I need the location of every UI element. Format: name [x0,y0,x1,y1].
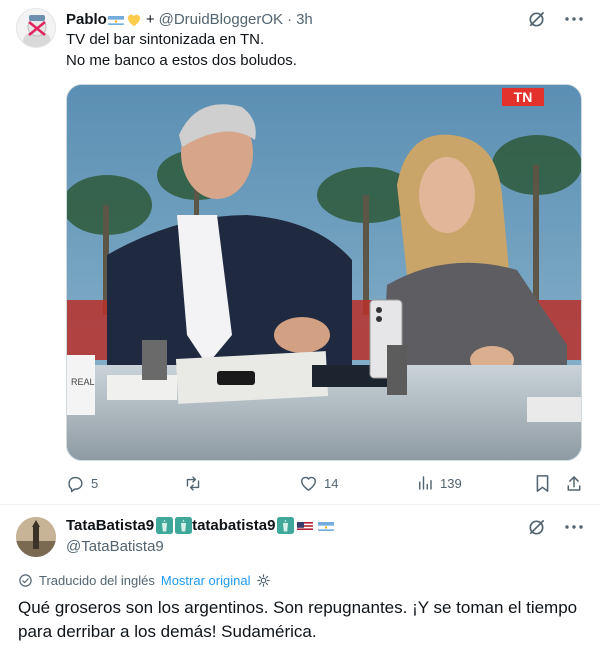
usa-flag-icon [297,520,314,531]
share-button[interactable] [565,474,583,493]
reply-button[interactable]: 5 [66,474,98,493]
reply-text: Qué groseros son los argentinos. Son rep… [18,598,578,641]
like-count: 14 [324,475,339,491]
svg-text:TN: TN [514,89,533,105]
channel-logo: TN [502,88,544,106]
reply-author-name-part2[interactable]: tatabatista9 [192,517,275,534]
author-handle[interactable]: @DruidBloggerOK [159,11,283,28]
author-suffix: + [145,10,155,28]
reply-author-handle[interactable]: @TataBatista9 [66,538,164,555]
tweet-text-line-1: TV del bar sintonizada en TN. [66,31,265,48]
tweet[interactable]: Pablo + @DruidBloggerOK · 3h TV del bar … [0,0,600,505]
reply-icon [68,476,83,493]
bookmark-button[interactable] [534,474,551,493]
author-avatar[interactable] [16,8,56,48]
bookmark-icon [536,475,549,492]
grok-slash-icon[interactable] [526,9,546,29]
translation-bar: Traducido del inglés Mostrar original [18,573,271,588]
argentina-flag-icon [107,14,124,25]
argentina-flag-icon [318,520,335,531]
views-button[interactable]: 139 [416,474,462,492]
reply-author-name-part1[interactable]: TataBatista9 [66,517,154,534]
separator: · [287,10,293,28]
views-bars-icon [419,476,432,490]
like-button[interactable]: 14 [299,474,338,492]
tweet-media-image[interactable]: TN REAL [66,84,582,461]
reply-header: TataBatista9 tatabatista9 [66,517,335,534]
translate-icon [19,574,32,587]
tweet-action-bar: 5 14 139 [66,474,586,496]
views-count: 139 [440,475,462,491]
repost-icon [186,476,200,491]
svg-text:REAL: REAL [71,377,95,387]
statue-of-liberty-icon [277,517,295,534]
heart-icon [301,476,316,491]
more-dots-icon[interactable] [564,9,584,29]
share-icon [567,476,581,491]
gear-icon[interactable] [256,573,271,588]
reply-top-actions [526,517,584,537]
yellow-heart-icon [126,12,142,27]
tweet-text-line-2: No me banco a estos dos boludos. [66,52,297,69]
statue-of-liberty-icon [156,517,174,534]
tweet-top-actions [526,9,584,29]
repost-button[interactable] [183,474,209,493]
reply-author-avatar[interactable] [16,517,56,557]
reply-count: 5 [91,476,99,491]
timestamp[interactable]: 3h [296,11,313,28]
show-original-link[interactable]: Mostrar original [161,573,251,588]
grok-slash-icon[interactable] [526,517,546,537]
tweet-header: Pablo + @DruidBloggerOK · 3h [66,9,313,29]
author-name[interactable]: Pablo [66,11,107,28]
statue-of-liberty-icon [175,517,193,534]
translated-label: Traducido del inglés [39,573,155,588]
more-dots-icon[interactable] [564,517,584,537]
